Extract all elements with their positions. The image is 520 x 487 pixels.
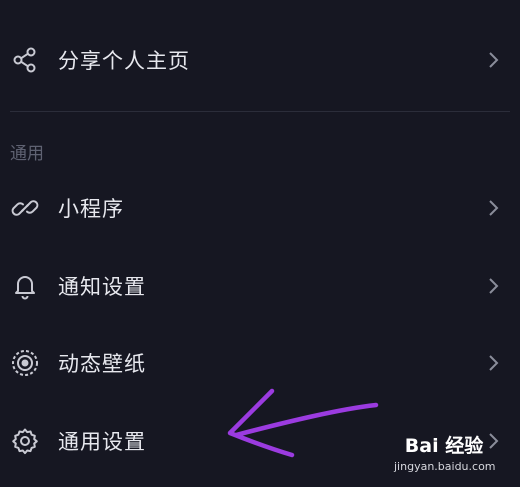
gear-icon — [10, 426, 40, 456]
chevron-right-icon — [489, 355, 499, 371]
watermark-logo: Bai 经验 — [404, 435, 484, 457]
radar-icon — [10, 348, 40, 378]
menu-item-notification-settings[interactable]: 通知设置 — [0, 256, 520, 316]
menu-item-label: 通知设置 — [58, 275, 146, 299]
section-title: 通用 — [10, 144, 44, 164]
share-icon — [10, 45, 40, 75]
chevron-right-icon — [489, 278, 499, 294]
chevron-right-icon — [489, 52, 499, 68]
divider — [10, 111, 510, 112]
menu-item-dynamic-wallpaper[interactable]: 动态壁纸 — [0, 333, 520, 393]
menu-item-label: 分享个人主页 — [58, 49, 190, 73]
watermark: Bai 经验 jingyan.baidu.com — [394, 431, 496, 473]
bell-icon — [10, 271, 40, 301]
annotation-arrow-icon — [227, 388, 379, 458]
menu-item-mini-program[interactable]: 小程序 — [0, 178, 520, 238]
menu-item-share-profile[interactable]: 分享个人主页 — [0, 30, 520, 90]
menu-item-label: 动态壁纸 — [58, 352, 146, 376]
link-icon — [10, 193, 40, 223]
watermark-url: jingyan.baidu.com — [394, 460, 496, 473]
menu-item-label: 通用设置 — [58, 430, 146, 454]
menu-item-label: 小程序 — [58, 197, 124, 221]
chevron-right-icon — [489, 200, 499, 216]
